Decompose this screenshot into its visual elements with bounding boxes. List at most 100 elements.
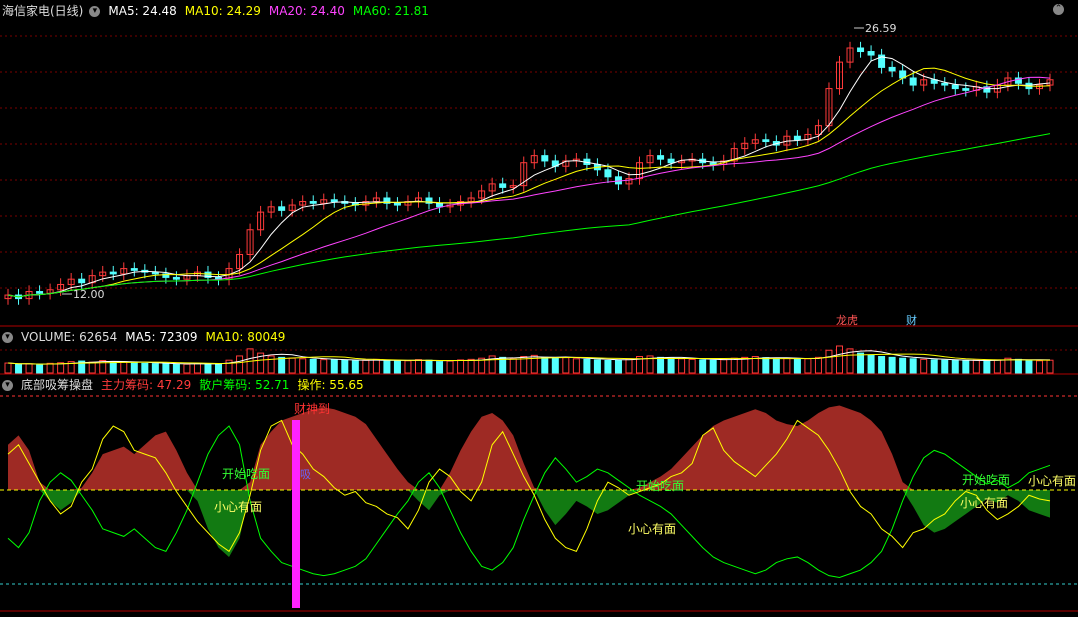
retail-chips-label: 散户筹码: 52.71: [199, 378, 290, 392]
volume-bar: [878, 356, 886, 374]
candle-body: [309, 201, 317, 204]
volume-bar: [614, 359, 622, 374]
volume-bar: [193, 362, 201, 374]
volume-bar: [604, 359, 612, 374]
candle-body: [436, 202, 444, 208]
volume-bar: [678, 358, 686, 374]
volume-bar: [141, 362, 149, 374]
candle-body: [604, 169, 612, 178]
volume-bar: [404, 360, 412, 374]
volume-bar: [46, 362, 54, 374]
ma20-label: MA20: 24.40: [268, 4, 345, 18]
volume-bar: [1025, 359, 1033, 374]
volume-bar: [593, 359, 601, 374]
kaishi-label-3: 开始吃面: [962, 473, 1010, 487]
volume-bar: [320, 359, 328, 374]
candle-body: [614, 176, 622, 185]
volume-bar: [236, 355, 244, 374]
kaishi-label-1: 开始吃面: [222, 467, 270, 481]
volume-bar: [951, 359, 959, 374]
volume-bar: [109, 361, 117, 374]
volume-bar: [741, 356, 749, 374]
volume-bar: [625, 358, 633, 374]
volume-bar: [1046, 359, 1054, 374]
volume-bar: [730, 357, 738, 374]
candle-body: [951, 84, 959, 90]
volume-bar: [509, 358, 517, 374]
volume-bar: [278, 356, 286, 374]
volume-label: VOLUME: 62654: [21, 330, 118, 344]
volume-bar: [814, 356, 822, 374]
volume-bar: [899, 357, 907, 374]
volume-bar: [804, 358, 812, 374]
volume-bar: [267, 355, 275, 374]
candle-body: [130, 268, 138, 271]
volume-bar: [151, 363, 159, 374]
indicator-dropdown-icon[interactable]: ▾: [2, 380, 13, 391]
volume-bar: [299, 358, 307, 374]
caishen-signal-bar: [292, 420, 300, 608]
marker-longhu: 龙虎: [836, 314, 858, 327]
candle-body: [541, 155, 549, 162]
ma60-label: MA60: 21.81: [352, 4, 429, 18]
high-price-label: 26.59: [865, 22, 897, 35]
volume-bar: [762, 357, 770, 374]
volume-bar: [351, 360, 359, 374]
candle-body: [962, 88, 970, 91]
volume-bar: [457, 359, 465, 374]
volume-bar: [15, 363, 23, 374]
volume-bar: [583, 358, 591, 374]
volume-bar: [993, 359, 1001, 374]
indicator-title: 底部吸筹操盘: [21, 378, 94, 392]
low-price-label: 12.00: [73, 288, 105, 301]
volume-bar: [888, 356, 896, 374]
ma10-label: MA10: 24.29: [184, 4, 261, 18]
volume-bar: [562, 357, 570, 374]
candle-body: [393, 202, 401, 206]
volume-bar: [657, 356, 665, 374]
candle-body: [941, 82, 949, 86]
main-chips-area: [8, 405, 1050, 490]
ma10-line: [7, 67, 1051, 298]
candle-body: [330, 199, 338, 203]
volume-bar: [930, 359, 938, 374]
settings-dropdown-icon[interactable]: ▾: [89, 6, 101, 17]
chart-canvas: 26.5912.00龙虎 财财神到吸开始吃面小心有面开始吃面小心有面开始吃面小心有…: [0, 22, 1078, 612]
volume-bar: [857, 352, 865, 374]
volume-bar: [688, 358, 696, 374]
volume-bar: [215, 363, 223, 374]
stock-title: 海信家电(日线): [2, 4, 84, 18]
candle-body: [36, 291, 44, 294]
volume-bar: [36, 364, 44, 374]
ma20-line: [7, 76, 1051, 298]
candle-body: [78, 278, 86, 284]
candle-body: [657, 155, 665, 160]
candle-body: [867, 51, 875, 56]
volume-bar: [793, 358, 801, 374]
candle-body: [172, 276, 180, 280]
volume-bar: [130, 362, 138, 374]
volume-bar: [446, 360, 454, 374]
candle-body: [109, 271, 117, 275]
volume-dropdown-icon[interactable]: ▾: [2, 332, 13, 343]
volume-bar: [372, 358, 380, 374]
ma5-line: [7, 56, 1051, 298]
xiaoxin-label-3: 小心有面: [960, 496, 1008, 510]
volume-bar: [825, 349, 833, 374]
volume-bar: [25, 363, 33, 374]
xiaoxin-label-4: 小心有面: [1028, 474, 1076, 488]
xi-label: 吸: [300, 468, 311, 481]
volume-bar: [972, 359, 980, 374]
volume-ma10-label: MA10: 80049: [205, 330, 286, 344]
volume-bar: [920, 358, 928, 374]
volume-header: ▾ VOLUME: 62654 MA5: 72309 MA10: 80049: [2, 329, 293, 345]
volume-bar: [204, 363, 212, 374]
volume-bar: [309, 358, 317, 374]
candle-body: [278, 206, 286, 211]
collapse-icon[interactable]: ⌃: [1053, 4, 1064, 15]
volume-bar: [120, 361, 128, 374]
volume-ma5-label: MA5: 72309: [125, 330, 198, 344]
volume-bar: [983, 359, 991, 374]
volume-bar: [362, 359, 370, 374]
volume-bar: [162, 363, 170, 374]
